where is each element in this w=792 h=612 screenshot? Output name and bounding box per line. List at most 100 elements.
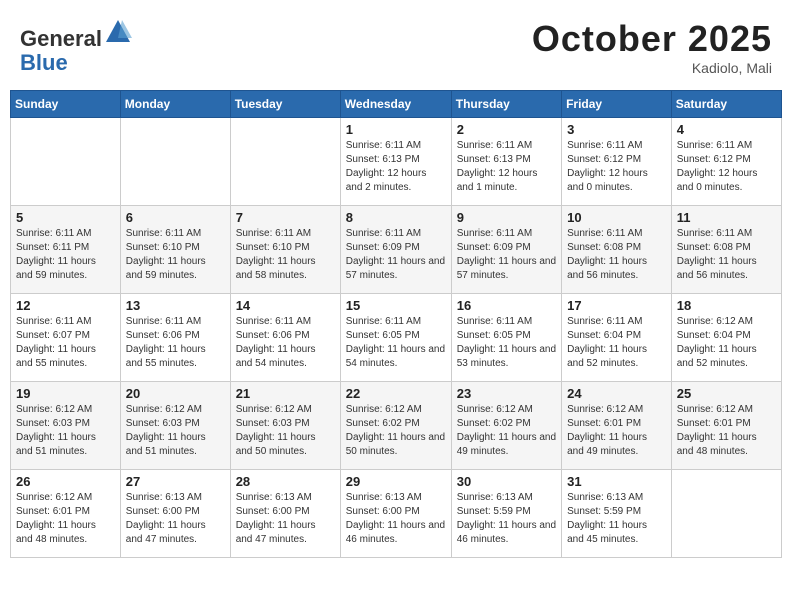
day-number: 5 [16,210,115,225]
logo-text: General Blue [20,18,132,75]
calendar-week-row: 1 Sunrise: 6:11 AMSunset: 6:13 PMDayligh… [11,118,782,206]
table-row: 5 Sunrise: 6:11 AMSunset: 6:11 PMDayligh… [11,206,121,294]
day-info: Sunrise: 6:12 AMSunset: 6:01 PMDaylight:… [16,491,115,547]
day-number: 26 [16,474,115,489]
day-number: 14 [236,298,335,313]
table-row: 27 Sunrise: 6:13 AMSunset: 6:00 PMDaylig… [120,470,230,558]
table-row: 26 Sunrise: 6:12 AMSunset: 6:01 PMDaylig… [11,470,121,558]
day-number: 28 [236,474,335,489]
table-row: 1 Sunrise: 6:11 AMSunset: 6:13 PMDayligh… [340,118,451,206]
calendar-week-row: 5 Sunrise: 6:11 AMSunset: 6:11 PMDayligh… [11,206,782,294]
header-tuesday: Tuesday [230,91,340,118]
header-monday: Monday [120,91,230,118]
day-info: Sunrise: 6:13 AMSunset: 6:00 PMDaylight:… [236,491,335,547]
day-info: Sunrise: 6:11 AMSunset: 6:13 PMDaylight:… [457,139,556,195]
day-info: Sunrise: 6:11 AMSunset: 6:10 PMDaylight:… [126,227,225,283]
day-number: 12 [16,298,115,313]
day-info: Sunrise: 6:11 AMSunset: 6:07 PMDaylight:… [16,315,115,371]
table-row [671,470,781,558]
title-block: October 2025 Kadiolo, Mali [532,18,772,76]
table-row [120,118,230,206]
day-info: Sunrise: 6:12 AMSunset: 6:02 PMDaylight:… [346,403,446,459]
table-row: 7 Sunrise: 6:11 AMSunset: 6:10 PMDayligh… [230,206,340,294]
day-number: 2 [457,122,556,137]
table-row: 10 Sunrise: 6:11 AMSunset: 6:08 PMDaylig… [562,206,672,294]
header-friday: Friday [562,91,672,118]
table-row: 20 Sunrise: 6:12 AMSunset: 6:03 PMDaylig… [120,382,230,470]
day-info: Sunrise: 6:12 AMSunset: 6:01 PMDaylight:… [567,403,666,459]
day-number: 3 [567,122,666,137]
day-number: 19 [16,386,115,401]
page-header: General Blue October 2025 Kadiolo, Mali [10,10,782,84]
table-row: 17 Sunrise: 6:11 AMSunset: 6:04 PMDaylig… [562,294,672,382]
day-number: 15 [346,298,446,313]
day-number: 25 [677,386,776,401]
logo-blue: Blue [20,50,68,75]
day-info: Sunrise: 6:12 AMSunset: 6:01 PMDaylight:… [677,403,776,459]
table-row: 15 Sunrise: 6:11 AMSunset: 6:05 PMDaylig… [340,294,451,382]
day-number: 4 [677,122,776,137]
table-row: 18 Sunrise: 6:12 AMSunset: 6:04 PMDaylig… [671,294,781,382]
table-row: 11 Sunrise: 6:11 AMSunset: 6:08 PMDaylig… [671,206,781,294]
day-info: Sunrise: 6:11 AMSunset: 6:09 PMDaylight:… [457,227,556,283]
logo-general: General [20,26,102,51]
day-number: 6 [126,210,225,225]
day-number: 7 [236,210,335,225]
table-row: 28 Sunrise: 6:13 AMSunset: 6:00 PMDaylig… [230,470,340,558]
day-number: 8 [346,210,446,225]
day-number: 22 [346,386,446,401]
table-row: 8 Sunrise: 6:11 AMSunset: 6:09 PMDayligh… [340,206,451,294]
day-info: Sunrise: 6:11 AMSunset: 6:09 PMDaylight:… [346,227,446,283]
header-sunday: Sunday [11,91,121,118]
day-number: 16 [457,298,556,313]
table-row: 3 Sunrise: 6:11 AMSunset: 6:12 PMDayligh… [562,118,672,206]
table-row: 4 Sunrise: 6:11 AMSunset: 6:12 PMDayligh… [671,118,781,206]
day-number: 20 [126,386,225,401]
day-info: Sunrise: 6:11 AMSunset: 6:08 PMDaylight:… [677,227,776,283]
table-row: 23 Sunrise: 6:12 AMSunset: 6:02 PMDaylig… [451,382,561,470]
table-row: 22 Sunrise: 6:12 AMSunset: 6:02 PMDaylig… [340,382,451,470]
day-info: Sunrise: 6:12 AMSunset: 6:03 PMDaylight:… [16,403,115,459]
day-info: Sunrise: 6:12 AMSunset: 6:04 PMDaylight:… [677,315,776,371]
table-row: 29 Sunrise: 6:13 AMSunset: 6:00 PMDaylig… [340,470,451,558]
table-row [11,118,121,206]
day-number: 23 [457,386,556,401]
day-number: 13 [126,298,225,313]
calendar-week-row: 12 Sunrise: 6:11 AMSunset: 6:07 PMDaylig… [11,294,782,382]
day-info: Sunrise: 6:13 AMSunset: 5:59 PMDaylight:… [457,491,556,547]
table-row: 13 Sunrise: 6:11 AMSunset: 6:06 PMDaylig… [120,294,230,382]
day-number: 31 [567,474,666,489]
day-info: Sunrise: 6:11 AMSunset: 6:04 PMDaylight:… [567,315,666,371]
table-row: 21 Sunrise: 6:12 AMSunset: 6:03 PMDaylig… [230,382,340,470]
day-info: Sunrise: 6:11 AMSunset: 6:06 PMDaylight:… [236,315,335,371]
day-number: 21 [236,386,335,401]
day-info: Sunrise: 6:11 AMSunset: 6:05 PMDaylight:… [457,315,556,371]
header-thursday: Thursday [451,91,561,118]
month-title: October 2025 [532,18,772,60]
day-info: Sunrise: 6:11 AMSunset: 6:12 PMDaylight:… [677,139,776,195]
day-info: Sunrise: 6:12 AMSunset: 6:03 PMDaylight:… [126,403,225,459]
day-number: 17 [567,298,666,313]
table-row: 19 Sunrise: 6:12 AMSunset: 6:03 PMDaylig… [11,382,121,470]
day-info: Sunrise: 6:11 AMSunset: 6:06 PMDaylight:… [126,315,225,371]
day-info: Sunrise: 6:13 AMSunset: 6:00 PMDaylight:… [126,491,225,547]
calendar-week-row: 26 Sunrise: 6:12 AMSunset: 6:01 PMDaylig… [11,470,782,558]
table-row [230,118,340,206]
day-info: Sunrise: 6:11 AMSunset: 6:08 PMDaylight:… [567,227,666,283]
logo: General Blue [20,18,132,75]
table-row: 14 Sunrise: 6:11 AMSunset: 6:06 PMDaylig… [230,294,340,382]
logo-icon [104,18,132,46]
day-number: 24 [567,386,666,401]
day-number: 1 [346,122,446,137]
table-row: 30 Sunrise: 6:13 AMSunset: 5:59 PMDaylig… [451,470,561,558]
table-row: 6 Sunrise: 6:11 AMSunset: 6:10 PMDayligh… [120,206,230,294]
day-info: Sunrise: 6:11 AMSunset: 6:05 PMDaylight:… [346,315,446,371]
table-row: 2 Sunrise: 6:11 AMSunset: 6:13 PMDayligh… [451,118,561,206]
day-info: Sunrise: 6:11 AMSunset: 6:10 PMDaylight:… [236,227,335,283]
day-number: 30 [457,474,556,489]
day-info: Sunrise: 6:11 AMSunset: 6:12 PMDaylight:… [567,139,666,195]
day-info: Sunrise: 6:11 AMSunset: 6:11 PMDaylight:… [16,227,115,283]
day-info: Sunrise: 6:12 AMSunset: 6:02 PMDaylight:… [457,403,556,459]
day-info: Sunrise: 6:13 AMSunset: 5:59 PMDaylight:… [567,491,666,547]
calendar-week-row: 19 Sunrise: 6:12 AMSunset: 6:03 PMDaylig… [11,382,782,470]
